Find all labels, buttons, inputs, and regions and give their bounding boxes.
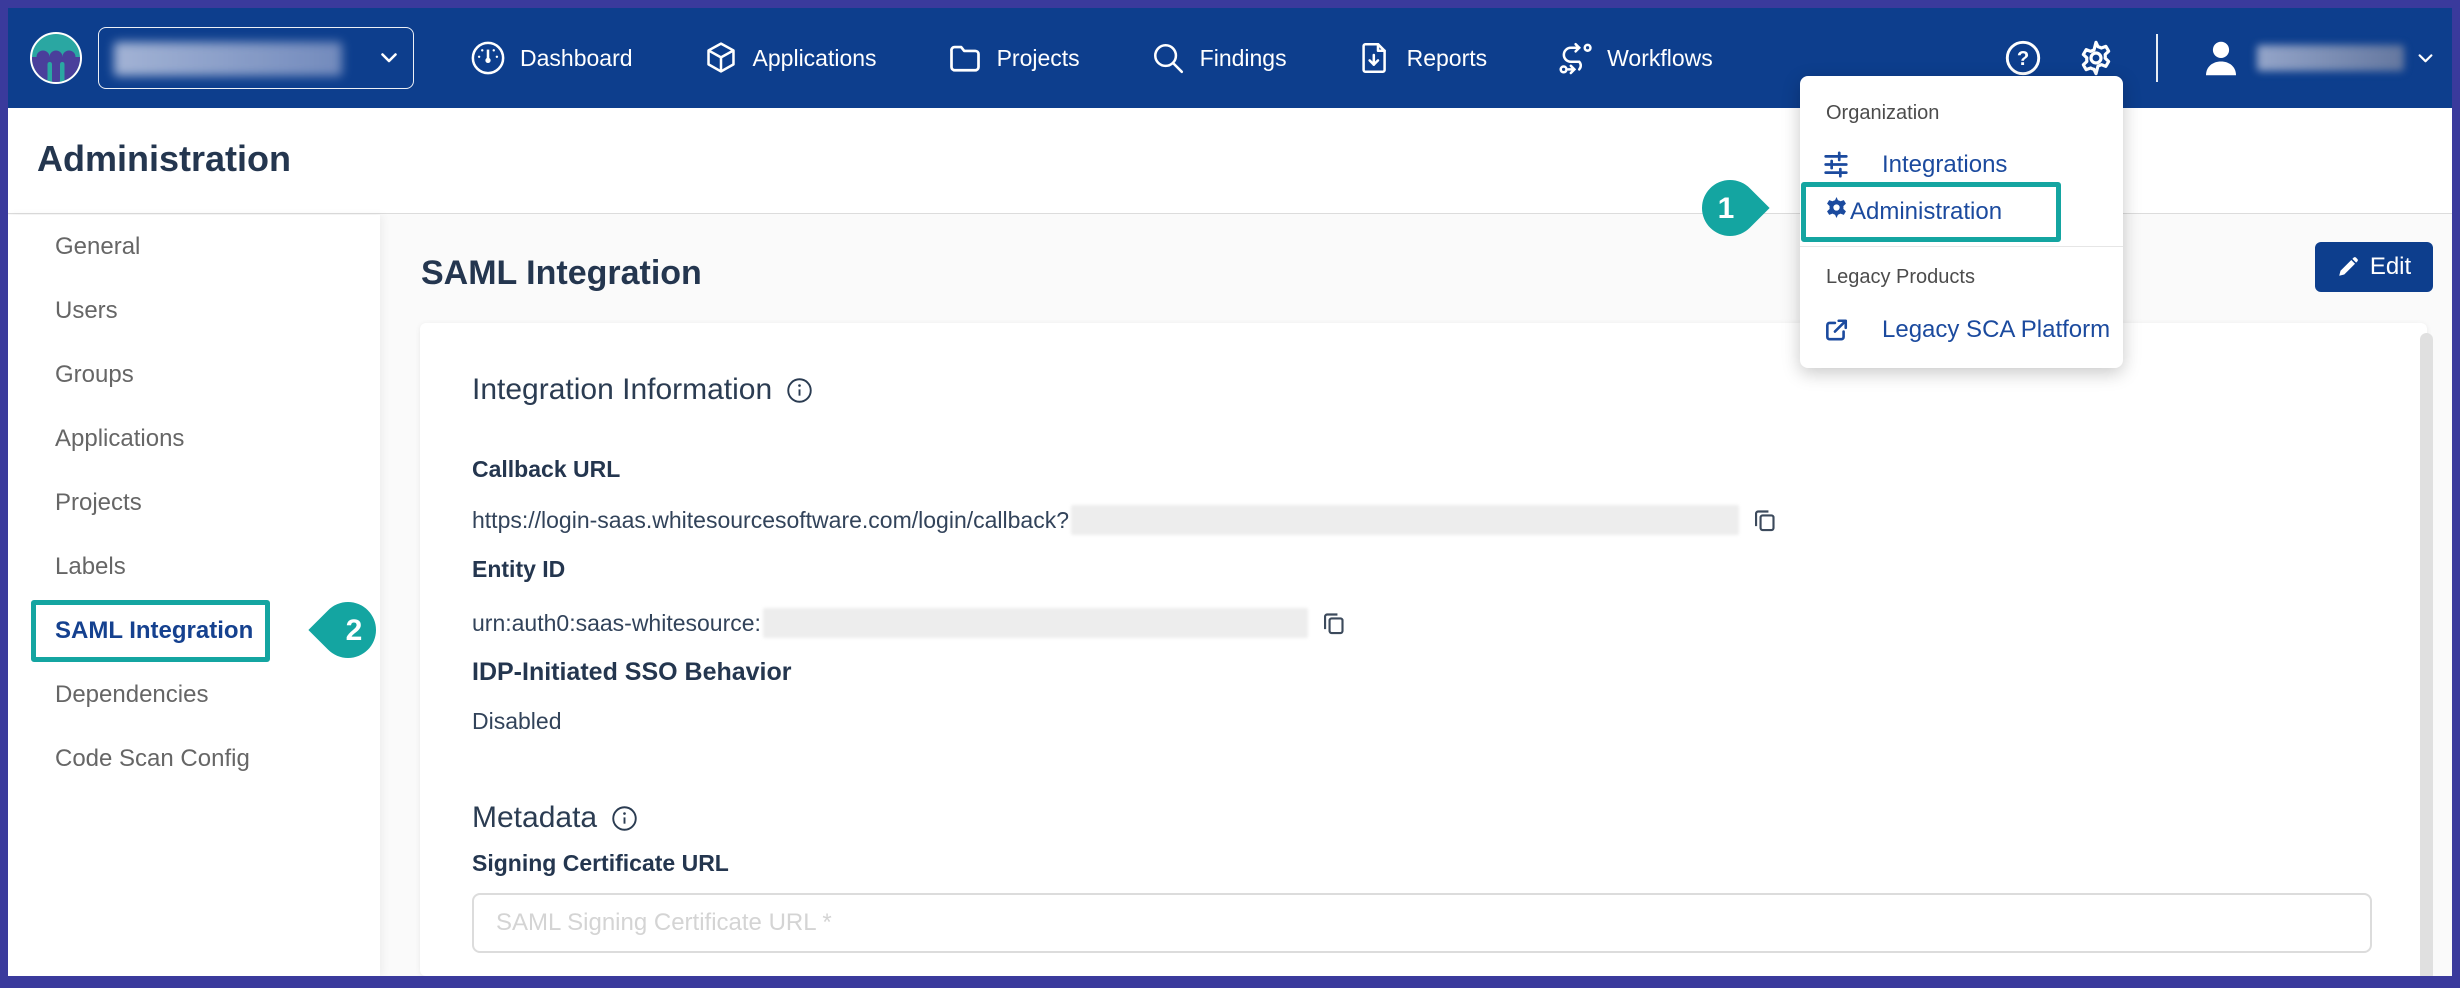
sidebar-item-label: General (55, 233, 140, 261)
nav-items: Dashboard Applications Projects Findings (470, 40, 1713, 76)
sidebar-item-general[interactable]: General (8, 215, 380, 279)
edit-button-label: Edit (2370, 253, 2411, 281)
menu-divider (1800, 246, 2123, 247)
main-content: SAML Integration Edit Integration Inform… (381, 214, 2452, 976)
settings-gear-icon (2076, 38, 2116, 78)
nav-right-cluster: ? (2004, 34, 2433, 82)
menu-item-integrations[interactable]: Integrations (1823, 150, 2007, 179)
callback-url-label: Callback URL (472, 456, 620, 483)
menu-item-legacy-sca-platform[interactable]: Legacy SCA Platform (1823, 316, 2110, 344)
saml-settings-card: Integration Information Callback URL htt… (420, 323, 2427, 976)
menu-item-label: Integrations (1882, 151, 2007, 179)
callback-url-redacted (1071, 505, 1739, 535)
sidebar-item-label: Applications (55, 425, 184, 453)
reports-icon (1357, 40, 1393, 76)
sidebar-item-label: Projects (55, 489, 142, 517)
settings-button[interactable] (2076, 38, 2116, 78)
administration-page: Dashboard Applications Projects Findings (0, 0, 2460, 988)
settings-dropdown-menu: Organization Integrations Administration (1800, 76, 2123, 368)
organization-section-label: Organization (1826, 102, 1939, 125)
nav-item-label: Reports (1407, 45, 1488, 72)
user-name-redacted (2257, 45, 2404, 71)
findings-icon (1150, 40, 1186, 76)
sidebar-item-code-scan-config[interactable]: Code Scan Config (8, 727, 380, 791)
organization-selector[interactable] (98, 27, 414, 89)
sidebar-item-label: Dependencies (55, 681, 208, 709)
dashboard-icon (470, 40, 506, 76)
nav-item-reports[interactable]: Reports (1357, 40, 1488, 76)
admin-sidebar: General Users Groups Applications Projec… (8, 215, 380, 976)
sidebar-item-label: Labels (55, 553, 126, 581)
vertical-scrollbar[interactable] (2420, 333, 2433, 981)
sidebar-item-projects[interactable]: Projects (8, 471, 380, 535)
callback-url-value: https://login-saas.whitesourcesoftware.c… (472, 505, 1778, 535)
sidebar-item-label: Users (55, 297, 118, 325)
entity-id-label: Entity ID (472, 556, 565, 583)
user-menu[interactable] (2200, 37, 2433, 79)
callback-url-text: https://login-saas.whitesourcesoftware.c… (472, 507, 1069, 534)
copy-icon (1751, 507, 1778, 534)
menu-item-label: Administration (1850, 198, 2002, 226)
nav-item-dashboard[interactable]: Dashboard (470, 40, 633, 76)
nav-item-label: Applications (753, 45, 877, 72)
nav-item-label: Workflows (1607, 45, 1713, 72)
nav-item-workflows[interactable]: Workflows (1557, 40, 1713, 76)
applications-icon (703, 40, 739, 76)
saml-integration-heading: SAML Integration (421, 254, 702, 293)
annotation-step-1-number: 1 (1698, 192, 1754, 226)
gear-icon (1823, 195, 1850, 229)
user-avatar-icon (2200, 37, 2242, 79)
nav-item-label: Projects (997, 45, 1080, 72)
signing-certificate-url-label: Signing Certificate URL (472, 850, 729, 877)
mend-logo-icon[interactable] (30, 32, 82, 84)
sidebar-item-label: Groups (55, 361, 134, 389)
menu-item-administration[interactable]: Administration (1801, 182, 2061, 242)
sidebar-item-label: SAML Integration (55, 617, 253, 645)
integration-information-title: Integration Information (472, 373, 813, 407)
entity-id-text: urn:auth0:saas-whitesource: (472, 610, 761, 637)
idp-sso-label: IDP-Initiated SSO Behavior (472, 658, 792, 687)
sidebar-item-dependencies[interactable]: Dependencies (8, 663, 380, 727)
help-icon: ? (2004, 39, 2042, 77)
copy-callback-url-button[interactable] (1751, 507, 1778, 534)
info-icon[interactable] (611, 805, 638, 832)
copy-entity-id-button[interactable] (1320, 610, 1347, 637)
projects-icon (947, 40, 983, 76)
organization-name-redacted (114, 42, 342, 76)
chevron-down-icon (2418, 54, 2433, 63)
annotation-step-2-number: 2 (326, 614, 382, 648)
nav-item-label: Findings (1200, 45, 1287, 72)
nav-item-projects[interactable]: Projects (947, 40, 1080, 76)
menu-item-label: Legacy SCA Platform (1882, 316, 2110, 344)
nav-item-label: Dashboard (520, 45, 633, 72)
chevron-down-icon (381, 53, 397, 63)
metadata-title: Metadata (472, 801, 638, 835)
workflows-icon (1557, 40, 1593, 76)
nav-item-findings[interactable]: Findings (1150, 40, 1287, 76)
svg-text:?: ? (2017, 48, 2029, 70)
nav-item-applications[interactable]: Applications (703, 40, 877, 76)
sidebar-item-labels[interactable]: Labels (8, 535, 380, 599)
external-link-icon (1823, 317, 1849, 344)
edit-button[interactable]: Edit (2315, 242, 2433, 292)
help-button[interactable]: ? (2004, 39, 2042, 77)
idp-sso-value: Disabled (472, 708, 562, 735)
sliders-icon (1823, 150, 1849, 179)
pencil-icon (2337, 256, 2359, 278)
nav-divider (2156, 34, 2158, 82)
copy-icon (1320, 610, 1347, 637)
page-title: Administration (37, 138, 291, 180)
sidebar-item-label: Code Scan Config (55, 745, 250, 773)
sidebar-item-groups[interactable]: Groups (8, 343, 380, 407)
saml-integration-highlight-box: SAML Integration (31, 600, 270, 662)
entity-id-value: urn:auth0:saas-whitesource: (472, 608, 1347, 638)
section-title-text: Metadata (472, 801, 597, 835)
signing-certificate-url-input[interactable] (472, 893, 2372, 953)
info-icon[interactable] (786, 377, 813, 404)
sidebar-item-applications[interactable]: Applications (8, 407, 380, 471)
sidebar-item-users[interactable]: Users (8, 279, 380, 343)
section-title-text: Integration Information (472, 373, 772, 407)
entity-id-redacted (763, 608, 1308, 638)
legacy-products-section-label: Legacy Products (1826, 266, 1975, 289)
